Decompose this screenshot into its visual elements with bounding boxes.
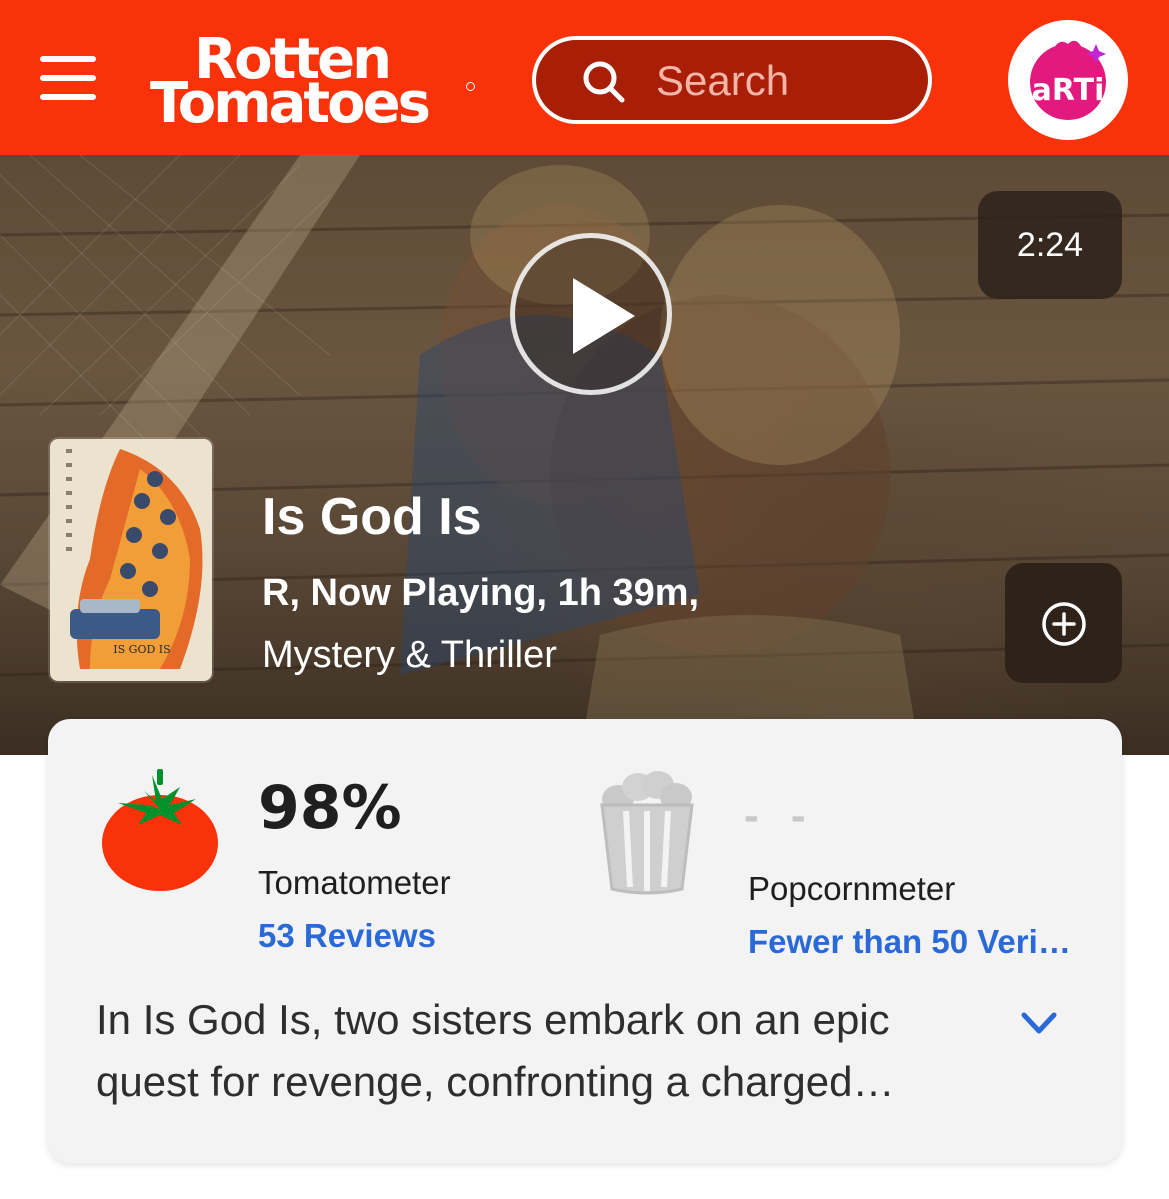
trailer-duration-badge: 2:24 <box>978 191 1122 299</box>
popcorn-icon <box>600 771 694 895</box>
poster-image: IS GOD IS <box>50 439 212 681</box>
add-to-watchlist-button[interactable] <box>1005 563 1122 683</box>
search-icon <box>583 61 625 103</box>
popcornmeter-score: - - <box>744 791 816 840</box>
poster-title: IS GOD IS <box>113 643 170 656</box>
play-icon <box>573 278 635 354</box>
chevron-down-icon[interactable] <box>1014 1003 1064 1043</box>
movie-title: Is God Is <box>262 488 482 546</box>
tomatometer-score: 98% <box>258 773 402 843</box>
movie-poster[interactable]: IS GOD IS <box>50 439 212 681</box>
play-trailer-button[interactable] <box>510 233 672 395</box>
hero-trailer[interactable]: 2:24 IS GOD IS Is God Is R, Now Playing,… <box>0 155 1169 755</box>
registered-mark <box>466 82 475 91</box>
rotten-tomatoes-logo[interactable]: Rotten Tomatoes <box>150 30 480 134</box>
arti-badge-icon: aRTi <box>1030 40 1106 120</box>
search-input[interactable]: Search <box>532 36 932 124</box>
top-nav-bar: Rotten Tomatoes Search aRTi <box>0 0 1169 155</box>
movie-meta: R, Now Playing, 1h 39m, <box>262 572 700 614</box>
logo-line-2: Tomatoes <box>150 71 431 136</box>
tomatometer-reviews-link[interactable]: 53 Reviews <box>258 916 436 956</box>
menu-icon[interactable] <box>40 56 98 102</box>
plus-circle-icon <box>1042 602 1086 646</box>
tomatometer-label: Tomatometer <box>258 864 451 901</box>
popcornmeter-label: Popcornmeter <box>748 870 956 907</box>
popcornmeter-ratings-link[interactable]: Fewer than 50 Verified Ratings <box>748 922 1078 962</box>
avatar-text: aRTi <box>1032 73 1105 108</box>
movie-genre: Mystery & Thriller <box>262 634 557 676</box>
tomato-icon <box>102 769 218 891</box>
scores-card: 98% Tomatometer 53 Reviews - - Popcornme… <box>48 719 1122 1163</box>
user-avatar[interactable]: aRTi <box>1008 20 1128 140</box>
movie-synopsis: In Is God Is, two sisters embark on an e… <box>96 996 895 1105</box>
search-placeholder: Search <box>656 57 790 104</box>
